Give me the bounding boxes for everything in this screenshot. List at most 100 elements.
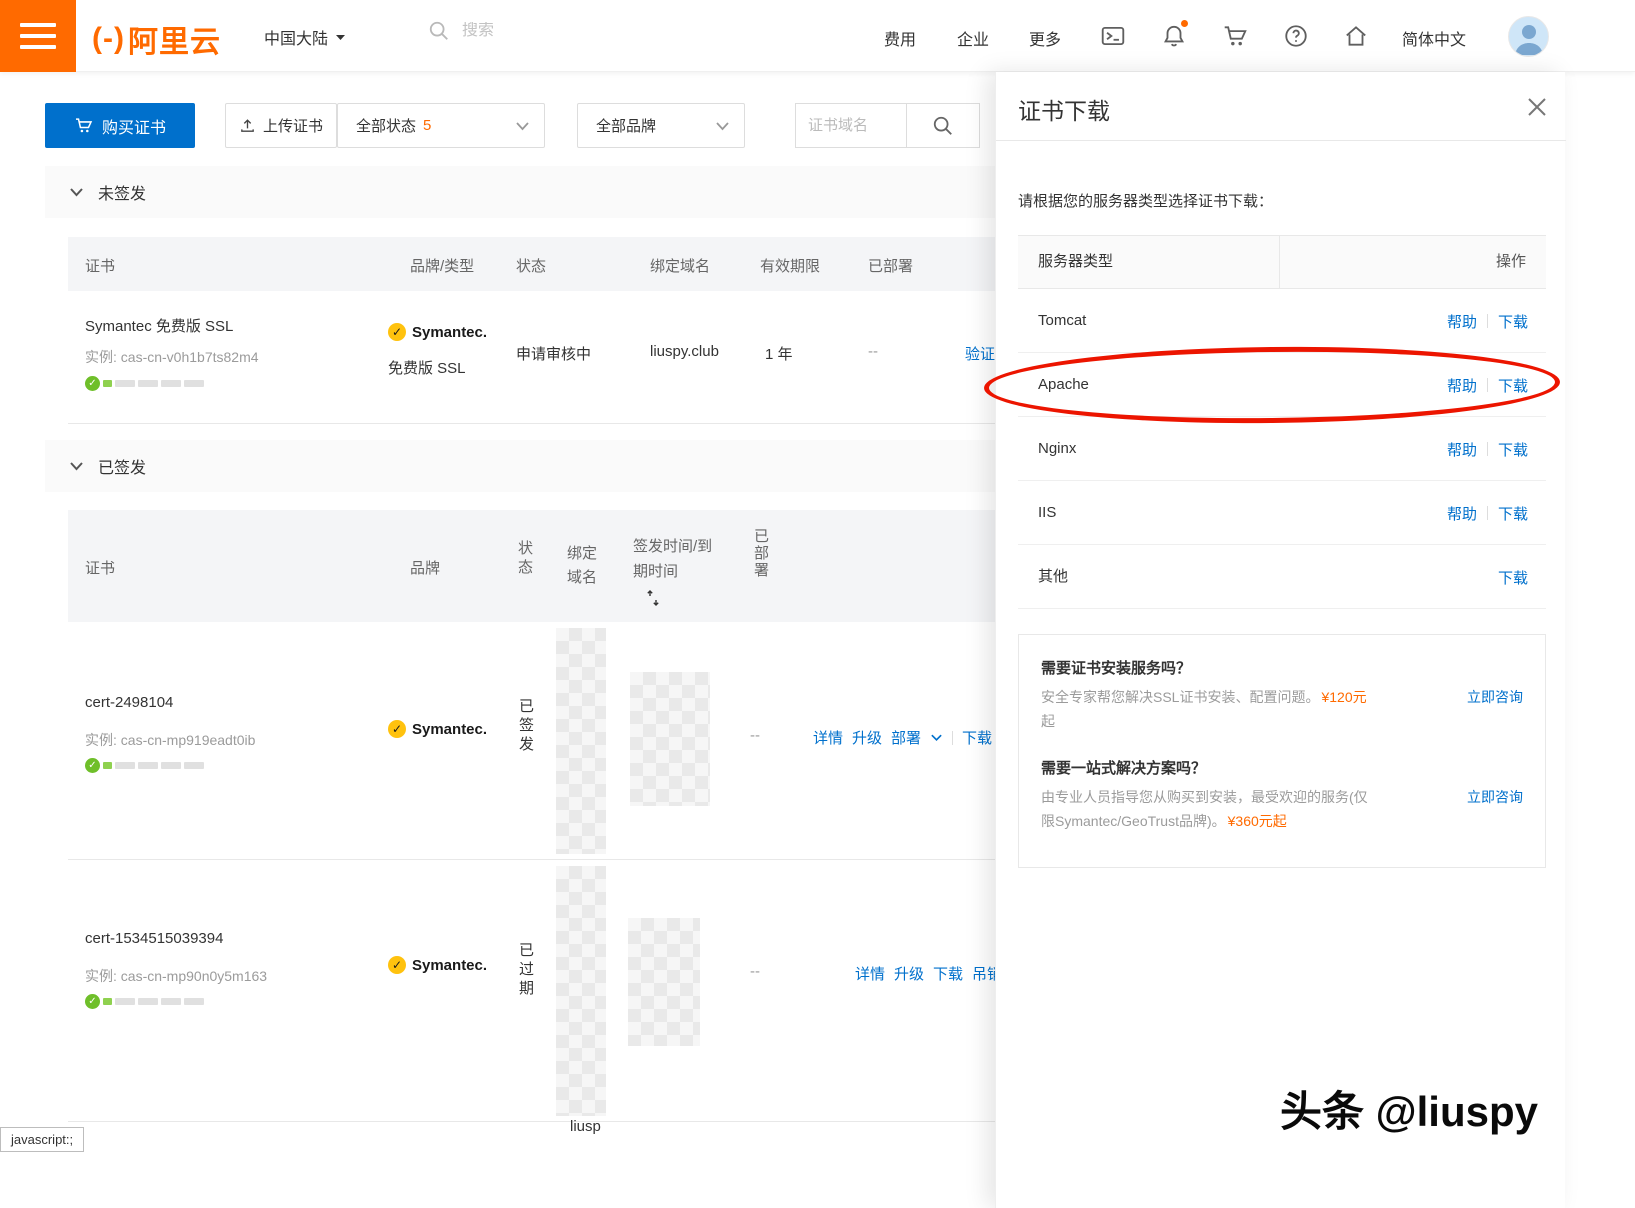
unsigned-table-header: 证书 品牌/类型 状态 绑定域名 有效期限 已部署 bbox=[68, 237, 1138, 291]
divider bbox=[1487, 506, 1488, 520]
nav-item-more[interactable]: 更多 bbox=[1029, 26, 1061, 50]
domain-search-input[interactable] bbox=[795, 103, 907, 148]
terminal-icon[interactable] bbox=[1100, 23, 1126, 49]
chevron-down-icon bbox=[335, 34, 346, 41]
progress-indicator: ✓ bbox=[85, 758, 204, 773]
cert-validity: 1 年 bbox=[765, 343, 793, 364]
symantec-brand-badge: ✓ Symantec. bbox=[388, 323, 487, 341]
cert-name[interactable]: cert-2498104 bbox=[85, 694, 173, 711]
download-link[interactable]: 下载 bbox=[1498, 375, 1528, 396]
col-deployed: 已部署 bbox=[868, 255, 913, 276]
status-filter-count: 5 bbox=[423, 117, 431, 134]
brand-name: Symantec. bbox=[412, 324, 487, 341]
server-row-tomcat: Tomcat 帮助 下载 bbox=[1018, 289, 1546, 353]
upload-certificate-button[interactable]: 上传证书 bbox=[225, 103, 337, 148]
service-promo-box: 需要证书安装服务吗？ 安全专家帮您解决SSL证书安装、配置问题。 ¥120元 立… bbox=[1018, 634, 1546, 868]
upload-icon bbox=[239, 117, 256, 134]
row-actions: 详情 升级 下载 吊销 bbox=[855, 963, 1002, 984]
help-question-icon[interactable] bbox=[1283, 23, 1309, 49]
aliyun-logo[interactable]: (-) 阿里云 bbox=[92, 17, 221, 61]
chevron-down-icon bbox=[515, 121, 530, 131]
hamburger-menu-icon[interactable] bbox=[0, 0, 76, 72]
promo-text: 由专业人员指导您从购买到安装，最受欢迎的服务(仅 bbox=[1041, 787, 1368, 807]
deploy-link[interactable]: 部署 bbox=[891, 727, 921, 748]
brand-filter-dropdown[interactable]: 全部品牌 bbox=[577, 103, 745, 148]
upgrade-link[interactable]: 升级 bbox=[852, 727, 882, 748]
buy-certificate-label: 购买证书 bbox=[102, 114, 166, 138]
server-type-label: Apache bbox=[1038, 353, 1089, 417]
brand-name: Symantec. bbox=[412, 721, 487, 738]
consult-link[interactable]: 立即咨询 bbox=[1467, 787, 1523, 807]
status-filter-dropdown[interactable]: 全部状态 5 bbox=[337, 103, 545, 148]
status-filter-label: 全部状态 bbox=[356, 115, 416, 136]
section-unsigned[interactable]: 未签发 bbox=[45, 166, 995, 218]
promo-price: ¥120元 bbox=[1321, 687, 1366, 707]
check-icon: ✓ bbox=[85, 758, 100, 773]
cert-name[interactable]: cert-1534515039394 bbox=[85, 930, 223, 947]
watermark-text: 头条 @liuspy bbox=[1280, 1078, 1538, 1139]
server-row-iis: IIS 帮助 下载 bbox=[1018, 481, 1546, 545]
help-link[interactable]: 帮助 bbox=[1447, 439, 1477, 460]
symantec-check-icon: ✓ bbox=[388, 720, 406, 738]
download-link[interactable]: 下载 bbox=[1498, 311, 1528, 332]
symantec-brand-badge: ✓ Symantec. bbox=[388, 956, 487, 974]
cert-instance: 实例: cas-cn-mp919eadt0ib bbox=[85, 730, 255, 750]
server-row-apache: Apache 帮助 下载 bbox=[1018, 353, 1546, 417]
divider bbox=[952, 731, 953, 745]
nav-item-billing[interactable]: 费用 bbox=[884, 26, 916, 50]
user-avatar[interactable] bbox=[1508, 16, 1549, 57]
download-link[interactable]: 下载 bbox=[933, 963, 963, 984]
cart-icon[interactable] bbox=[1222, 23, 1248, 49]
help-link[interactable]: 帮助 bbox=[1447, 375, 1477, 396]
section-signed[interactable]: 已签发 bbox=[45, 440, 995, 492]
redacted-domain-blur bbox=[630, 672, 710, 806]
chevron-down-icon[interactable] bbox=[930, 731, 943, 744]
download-link[interactable]: 下载 bbox=[962, 727, 992, 748]
col-cert: 证书 bbox=[85, 557, 115, 578]
cart-icon bbox=[74, 116, 93, 135]
server-type-label: IIS bbox=[1038, 481, 1056, 545]
cert-deployed: -- bbox=[868, 343, 878, 360]
divider bbox=[1487, 378, 1488, 392]
divider bbox=[1487, 442, 1488, 456]
promo-price: ¥360元起 bbox=[1228, 811, 1287, 831]
row-actions: 详情 升级 部署 下载 bbox=[813, 727, 992, 748]
signed-table-row: cert-1534515039394 实例: cas-cn-mp90n0y5m1… bbox=[68, 860, 1138, 1122]
aliyun-logo-mark: (-) bbox=[92, 22, 125, 56]
col-server-type: 服务器类型 bbox=[1038, 236, 1113, 288]
upgrade-link[interactable]: 升级 bbox=[894, 963, 924, 984]
col-validity: 有效期限 bbox=[760, 255, 820, 276]
download-link[interactable]: 下载 bbox=[1498, 567, 1528, 588]
domain-search-button[interactable] bbox=[906, 103, 980, 148]
sort-icon[interactable] bbox=[646, 590, 660, 606]
server-row-nginx: Nginx 帮助 下载 bbox=[1018, 417, 1546, 481]
verify-link[interactable]: 验证 bbox=[965, 343, 995, 364]
symantec-brand-badge: ✓ Symantec. bbox=[388, 720, 487, 738]
brand-filter-label: 全部品牌 bbox=[596, 115, 656, 136]
detail-link[interactable]: 详情 bbox=[855, 963, 885, 984]
promo-text: 限Symantec/GeoTrust品牌)。 bbox=[1041, 811, 1226, 831]
nav-item-enterprise[interactable]: 企业 bbox=[957, 26, 989, 50]
signed-table-row: cert-2498104 实例: cas-cn-mp919eadt0ib ✓ ✓… bbox=[68, 622, 1138, 860]
language-selector[interactable]: 简体中文 bbox=[1402, 26, 1466, 50]
panel-subtitle: 请根据您的服务器类型选择证书下载： bbox=[1018, 190, 1273, 211]
help-link[interactable]: 帮助 bbox=[1447, 503, 1477, 524]
download-link[interactable]: 下载 bbox=[1498, 439, 1528, 460]
divider bbox=[1279, 236, 1280, 288]
help-link[interactable]: 帮助 bbox=[1447, 311, 1477, 332]
region-selector[interactable]: 中国大陆 bbox=[264, 25, 346, 49]
search-input[interactable] bbox=[462, 22, 642, 40]
buy-certificate-button[interactable]: 购买证书 bbox=[45, 103, 195, 148]
nav-search bbox=[428, 20, 642, 42]
progress-indicator: ✓ bbox=[85, 994, 204, 1009]
cert-name[interactable]: Symantec 免费版 SSL bbox=[85, 315, 233, 336]
download-link[interactable]: 下载 bbox=[1498, 503, 1528, 524]
detail-link[interactable]: 详情 bbox=[813, 727, 843, 748]
consult-link[interactable]: 立即咨询 bbox=[1467, 687, 1523, 707]
close-icon[interactable] bbox=[1526, 96, 1548, 118]
brand-name: Symantec. bbox=[412, 957, 487, 974]
collapse-chevron-icon bbox=[69, 461, 84, 471]
home-icon[interactable] bbox=[1343, 23, 1369, 49]
col-status: 状态 bbox=[514, 540, 535, 578]
col-domain: 绑定域名 bbox=[650, 255, 710, 276]
